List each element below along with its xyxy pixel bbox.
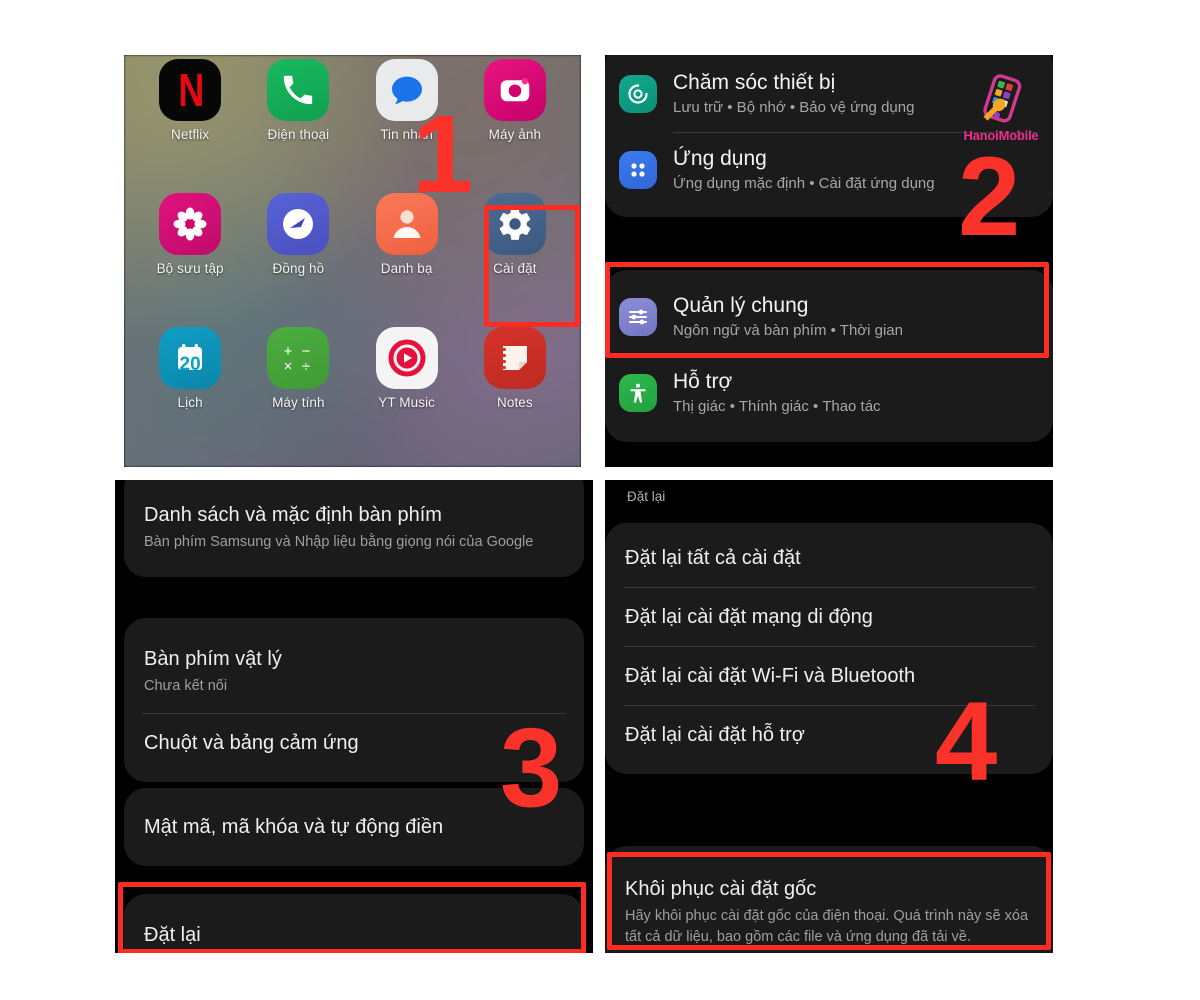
apps-grid-icon [619,150,657,189]
gm-item-title: Chuột và bảng cảm ứng [144,732,359,755]
phone-wrench-logo-icon [983,74,1022,123]
app-label: Máy ảnh [488,127,542,142]
gm-item-mouse-trackpad[interactable]: Chuột và bảng cảm ứng [124,714,584,772]
app-contacts[interactable]: Danh bạ [353,193,461,327]
reset-item-title: Khôi phục cài đặt gốc [625,878,817,900]
app-camera[interactable]: Máy ảnh [461,59,569,193]
app-messages[interactable]: Tin nhắn [353,59,461,193]
home-screen-panel: N Netflix Điện thoại Tin nhắn Máy ảnh Bộ… [124,55,581,467]
settings-item-title: Ứng dụng [673,146,767,170]
screenshot-root: N Netflix Điện thoại Tin nhắn Máy ảnh Bộ… [0,0,1200,1000]
reset-item-accessibility[interactable]: Đặt lại cài đặt hỗ trợ [605,706,1053,764]
gm-item-keyboard-list[interactable]: Danh sách và mặc định bàn phím Bàn phím … [124,486,584,569]
reset-item-title: Đặt lại cài đặt mạng di động [625,606,873,628]
app-phone[interactable]: Điện thoại [244,59,352,193]
reset-group-header: Đặt lại [627,489,666,504]
settings-item-general-management[interactable]: Quản lý chung Ngôn ngữ và bàn phím • Thờ… [605,280,1053,355]
gm-item-subtitle: Chưa kết nối [144,678,228,694]
sliders-icon [619,298,657,337]
gm-card-password: Mật mã, mã khóa và tự động điền [124,788,584,866]
settings-item-subtitle: Thị giác • Thính giác • Thao tác [673,397,881,415]
gm-item-title: Bàn phím vật lý [144,648,282,670]
app-calculator[interactable]: + − × ÷ Máy tính [244,327,352,461]
youtube-music-icon [375,327,438,389]
app-label: Máy tính [272,395,325,410]
app-label: Bộ sưu tập [156,261,224,276]
gallery-icon [159,193,222,255]
settings-card-bottom: Quản lý chung Ngôn ngữ và bàn phím • Thờ… [605,270,1053,442]
app-label: Notes [496,395,533,410]
settings-item-subtitle: Lưu trữ • Bộ nhớ • Bảo vệ ứng dụng [673,99,915,117]
app-clock[interactable]: Đồng hồ [244,193,352,327]
calendar-icon: 20 [159,327,222,389]
reset-item-subtitle: Hãy khôi phục cài đặt gốc của điện thoại… [625,908,1029,946]
settings-item-subtitle: Ngôn ngữ và bàn phím • Thời gian [673,322,903,340]
reset-item-title: Đặt lại cài đặt Wi-Fi và Bluetooth [625,665,916,687]
reset-card-main: Đặt lại tất cả cài đặt Đặt lại cài đặt m… [605,523,1053,774]
app-grid: N Netflix Điện thoại Tin nhắn Máy ảnh Bộ… [124,55,581,467]
messages-icon [375,59,438,121]
netflix-icon: N [159,59,222,121]
svg-text:÷: ÷ [302,358,310,375]
settings-list: Chăm sóc thiết bị Lưu trữ • Bộ nhớ • Bảo… [605,55,1053,467]
app-label: YT Music [378,395,436,410]
notes-icon [483,327,546,389]
contacts-icon [375,193,438,255]
reset-list: Đặt lại Đặt lại tất cả cài đặt Đặt lại c… [605,480,1053,953]
settings-item-subtitle: Ứng dụng mặc định • Cài đặt ứng dụng [673,174,935,192]
camera-icon [483,59,546,121]
gm-item-title: Mật mã, mã khóa và tự động điền [144,816,444,838]
app-gallery[interactable]: Bộ sưu tập [136,193,244,327]
calendar-day: 20 [179,354,201,375]
gm-item-password-autofill[interactable]: Mật mã, mã khóa và tự động điền [124,798,584,856]
settings-item-title: Hỗ trợ [673,369,733,393]
app-label: Tin nhắn [380,127,434,142]
settings-item-title: Quản lý chung [673,294,809,317]
watermark: HanoiMobile [955,71,1047,143]
svg-text:×: × [284,358,293,375]
reset-item-title: Đặt lại cài đặt hỗ trợ [625,724,805,746]
gm-item-title: Danh sách và mặc định bàn phím [144,504,442,526]
phone-icon [267,59,330,121]
gm-card-reset: Đặt lại [124,894,584,953]
app-label: Cài đặt [493,261,537,276]
settings-menu-panel: Chăm sóc thiết bị Lưu trữ • Bộ nhớ • Bảo… [605,55,1053,467]
gm-item-physical-keyboard[interactable]: Bàn phím vật lý Chưa kết nối [124,630,584,713]
calculator-icon: + − × ÷ [267,327,330,389]
reset-item-wifi-bluetooth[interactable]: Đặt lại cài đặt Wi-Fi và Bluetooth [605,647,1053,705]
app-netflix[interactable]: N Netflix [136,59,244,193]
app-label: Điện thoại [267,127,330,142]
device-care-icon [619,75,657,114]
general-management-list: Danh sách và mặc định bàn phím Bàn phím … [115,480,593,953]
app-calendar[interactable]: 20 Lịch [136,327,244,461]
app-label: Lịch [177,395,203,410]
reset-item-factory-reset[interactable]: Khôi phục cài đặt gốc Hãy khôi phục cài … [605,860,1053,953]
app-label: Netflix [171,127,210,142]
gm-item-subtitle: Bàn phím Samsung và Nhập liệu bằng giọng… [144,534,534,550]
gm-item-title: Đặt lại [144,924,201,946]
gm-card-keyboard: Danh sách và mặc định bàn phím Bàn phím … [124,480,584,578]
settings-item-title: Chăm sóc thiết bị [673,71,836,94]
watermark-text: HanoiMobile [963,128,1039,143]
app-label: Đồng hồ [272,261,325,276]
gm-card-input: Bàn phím vật lý Chưa kết nối Chuột và bả… [124,618,584,783]
settings-item-accessibility[interactable]: Hỗ trợ Thị giác • Thính giác • Thao tác [605,356,1053,431]
reset-item-mobile-network[interactable]: Đặt lại cài đặt mạng di động [605,588,1053,646]
clock-icon [267,193,330,255]
reset-panel: Đặt lại Đặt lại tất cả cài đặt Đặt lại c… [605,480,1053,953]
app-yt-music[interactable]: YT Music [353,327,461,461]
settings-gear-icon [483,193,546,255]
app-notes[interactable]: Notes [461,327,569,461]
accessibility-icon [619,373,657,412]
general-management-panel: Danh sách và mặc định bàn phím Bàn phím … [115,480,593,953]
reset-item-title: Đặt lại tất cả cài đặt [625,547,801,569]
reset-item-all-settings[interactable]: Đặt lại tất cả cài đặt [605,529,1053,587]
app-settings[interactable]: Cài đặt [461,193,569,327]
app-label: Danh bạ [380,261,433,276]
settings-item-apps[interactable]: Ứng dụng Ứng dụng mặc định • Cài đặt ứng… [605,133,1053,208]
gm-item-reset[interactable]: Đặt lại [124,906,584,953]
reset-card-factory: Khôi phục cài đặt gốc Hãy khôi phục cài … [605,846,1053,953]
